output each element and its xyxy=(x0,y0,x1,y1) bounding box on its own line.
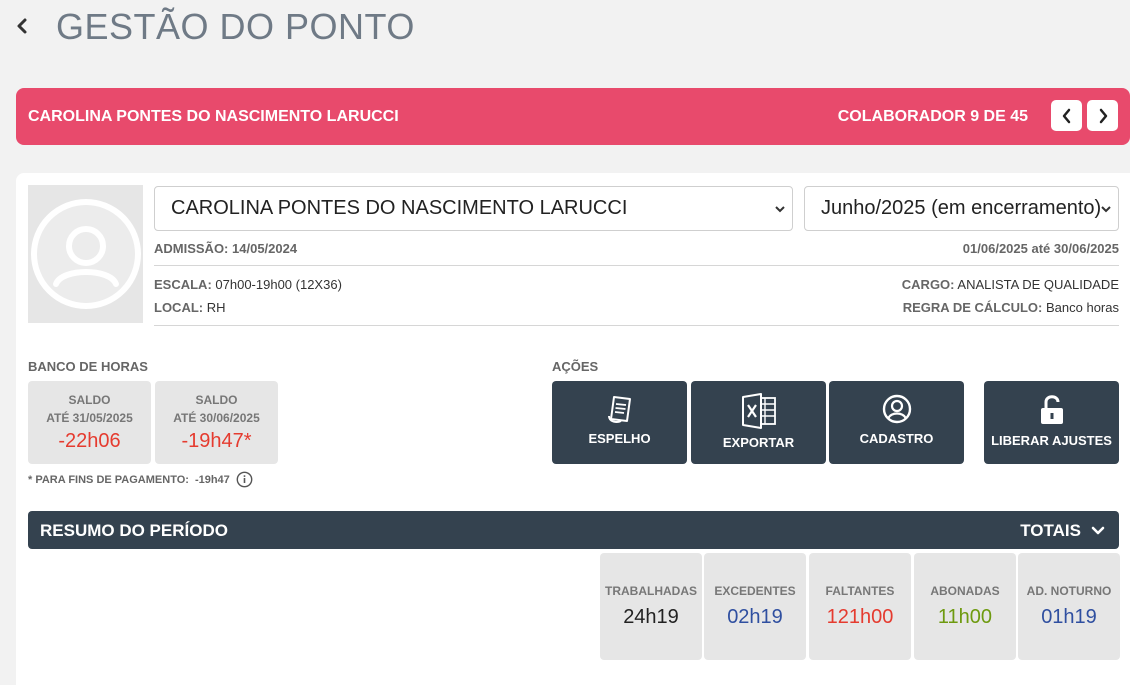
cargo-info: CARGO: ANALISTA DE QUALIDADE xyxy=(901,277,1119,292)
chevron-right-icon xyxy=(1099,108,1107,123)
employee-card: CAROLINA PONTES DO NASCIMENTO LARUCCI Ju… xyxy=(16,173,1130,685)
total-card-faltantes: FALTANTES 121h00 xyxy=(809,553,911,660)
saldo-value: -19h47* xyxy=(181,430,252,452)
regra-info: REGRA DE CÁLCULO: Banco horas xyxy=(902,300,1119,315)
total-card-excedentes: EXCEDENTES 02h19 xyxy=(704,553,806,660)
liberar-ajustes-button[interactable]: LIBERAR AJUSTES xyxy=(984,381,1119,464)
cadastro-button[interactable]: CADASTRO xyxy=(829,381,964,464)
divider xyxy=(154,325,1119,326)
saldo-label: SALDO xyxy=(195,393,238,407)
saldo-value: -22h06 xyxy=(58,430,121,452)
divider xyxy=(154,265,1119,266)
total-card-trabalhadas: TRABALHADAS 24h19 xyxy=(600,553,702,660)
saldo-card: SALDO ATÉ 31/05/2025 -22h06 xyxy=(28,381,151,464)
chevron-left-icon xyxy=(17,18,27,34)
period-select-value: Junho/2025 (em encerramento) xyxy=(821,197,1102,219)
espelho-button[interactable]: ESPELHO xyxy=(552,381,687,464)
local-info: LOCAL: RH xyxy=(154,300,226,315)
total-label: AD. NOTURNO xyxy=(1026,584,1112,598)
saldo-label: SALDO xyxy=(68,393,111,407)
chevron-down-icon xyxy=(1091,526,1105,535)
banco-de-horas-title: BANCO DE HORAS xyxy=(28,359,148,374)
previous-employee-button[interactable] xyxy=(1051,100,1082,131)
totais-label: TOTAIS xyxy=(1020,521,1081,540)
saldo-card: SALDO ATÉ 30/06/2025 -19h47* xyxy=(155,381,278,464)
escala-info: ESCALA: 07h00-19h00 (12X36) xyxy=(154,277,342,292)
exportar-label: EXPORTAR xyxy=(722,435,795,450)
employee-select-value: CAROLINA PONTES DO NASCIMENTO LARUCCI xyxy=(171,197,628,219)
chevron-down-icon xyxy=(775,206,785,213)
total-card-ad-noturno: AD. NOTURNO 01h19 xyxy=(1018,553,1120,660)
document-icon xyxy=(607,396,631,423)
saldo-date: ATÉ 31/05/2025 xyxy=(46,411,133,425)
employee-counter: COLABORADOR 9 DE 45 xyxy=(837,108,1028,125)
user-placeholder-icon xyxy=(30,199,141,309)
info-icon[interactable] xyxy=(236,471,253,488)
total-value: 24h19 xyxy=(623,606,679,628)
resumo-title: RESUMO DO PERÍODO xyxy=(40,521,228,540)
chevron-left-icon xyxy=(1062,108,1070,123)
period-select[interactable]: Junho/2025 (em encerramento) xyxy=(804,186,1119,231)
total-value: 01h19 xyxy=(1041,606,1097,628)
saldo-date: ATÉ 30/06/2025 xyxy=(173,411,260,425)
acoes-title: AÇÕES xyxy=(552,359,599,374)
chevron-down-icon xyxy=(1101,206,1111,213)
excel-icon xyxy=(741,393,776,429)
employee-select[interactable]: CAROLINA PONTES DO NASCIMENTO LARUCCI xyxy=(154,186,793,231)
total-label: EXCEDENTES xyxy=(714,584,796,598)
back-button[interactable] xyxy=(14,14,32,38)
user-circle-icon xyxy=(882,394,911,424)
cadastro-label: CADASTRO xyxy=(859,431,934,446)
banner-employee-name: CAROLINA PONTES DO NASCIMENTO LARUCCI xyxy=(28,108,399,125)
total-label: ABONADAS xyxy=(930,584,1000,598)
liberar-ajustes-label: LIBERAR AJUSTES xyxy=(991,433,1112,448)
totais-toggle[interactable]: TOTAIS xyxy=(1020,521,1105,541)
unlock-icon xyxy=(1040,395,1063,424)
total-label: FALTANTES xyxy=(825,584,895,598)
espelho-label: ESPELHO xyxy=(588,431,651,446)
next-employee-button[interactable] xyxy=(1087,100,1118,131)
total-value: 121h00 xyxy=(826,606,894,628)
total-card-abonadas: ABONADAS 11h00 xyxy=(914,553,1016,660)
admissao-info: ADMISSÃO: 14/05/2024 xyxy=(154,241,298,256)
total-value: 02h19 xyxy=(727,606,783,628)
total-label: TRABALHADAS xyxy=(605,584,697,598)
payment-note-label: * PARA FINS DE PAGAMENTO: xyxy=(28,473,189,486)
payment-note-value: -19h47 xyxy=(194,473,230,486)
resumo-bar: RESUMO DO PERÍODO TOTAIS xyxy=(28,511,1119,549)
payment-note: * PARA FINS DE PAGAMENTO: -19h47 xyxy=(28,471,253,488)
period-range: 01/06/2025 até 30/06/2025 xyxy=(962,241,1119,256)
employee-banner: CAROLINA PONTES DO NASCIMENTO LARUCCI CO… xyxy=(16,88,1130,145)
total-value: 11h00 xyxy=(937,606,993,628)
avatar xyxy=(28,185,143,323)
exportar-button[interactable]: EXPORTAR xyxy=(691,381,826,464)
page-title: GESTÃO DO PONTO xyxy=(56,6,415,47)
